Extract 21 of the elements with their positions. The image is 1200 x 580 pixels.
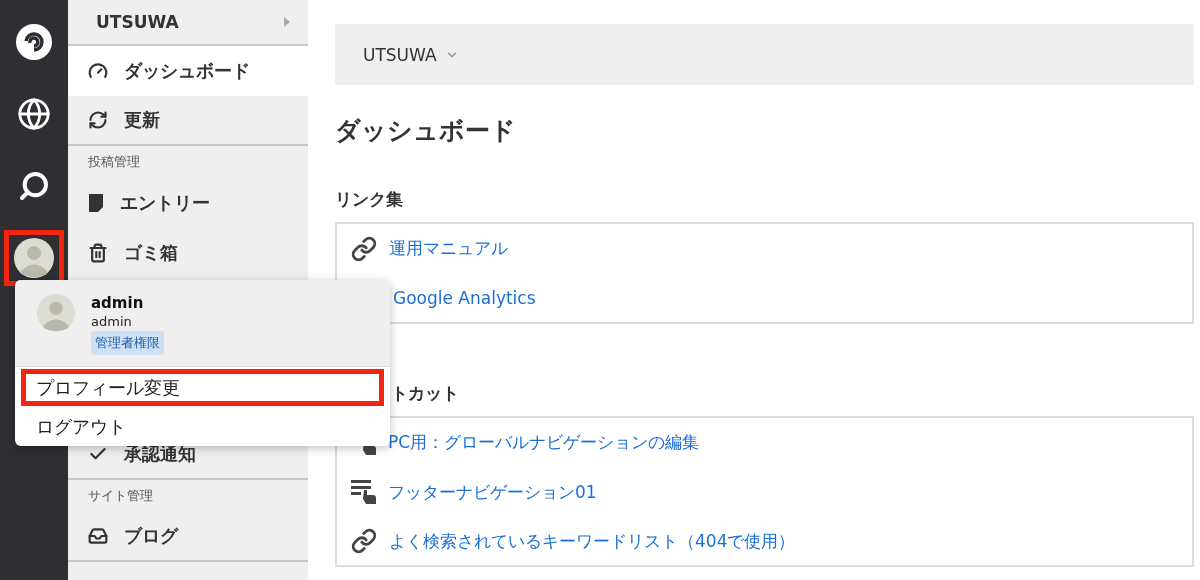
panel-heading: リンク集 xyxy=(335,188,404,210)
nav-item[interactable]: エントリー xyxy=(68,178,308,228)
site-selector[interactable]: UTSUWA xyxy=(363,44,459,65)
user-name: admin xyxy=(91,294,144,312)
nav-item[interactable]: ダッシュボード xyxy=(68,46,308,96)
nav-item[interactable]: ゴミ箱 xyxy=(68,228,308,278)
link[interactable]: Google Analytics xyxy=(393,288,536,308)
role-badge: 管理者権限 xyxy=(91,331,164,355)
panel-heading: トカット xyxy=(390,382,460,404)
link[interactable]: 運用マニュアル xyxy=(389,237,508,260)
link[interactable]: よく検索されているキーワードリスト（404で使用） xyxy=(389,529,796,553)
page-title: ダッシュボード xyxy=(335,115,517,147)
site-name: UTSUWA xyxy=(96,12,179,32)
link[interactable]: PC用：グローバルナビゲーションの編集 xyxy=(388,431,700,454)
section-label: 投稿管理 xyxy=(87,153,141,171)
section-label: サイト管理 xyxy=(87,487,154,505)
nav-item[interactable]: 更新 xyxy=(68,96,308,146)
user-login: admin xyxy=(91,314,132,329)
menu-item[interactable]: プロフィール変更 xyxy=(21,368,384,407)
link[interactable]: フッターナビゲーション01 xyxy=(388,480,597,504)
nav-item[interactable]: ブログ xyxy=(68,512,308,562)
